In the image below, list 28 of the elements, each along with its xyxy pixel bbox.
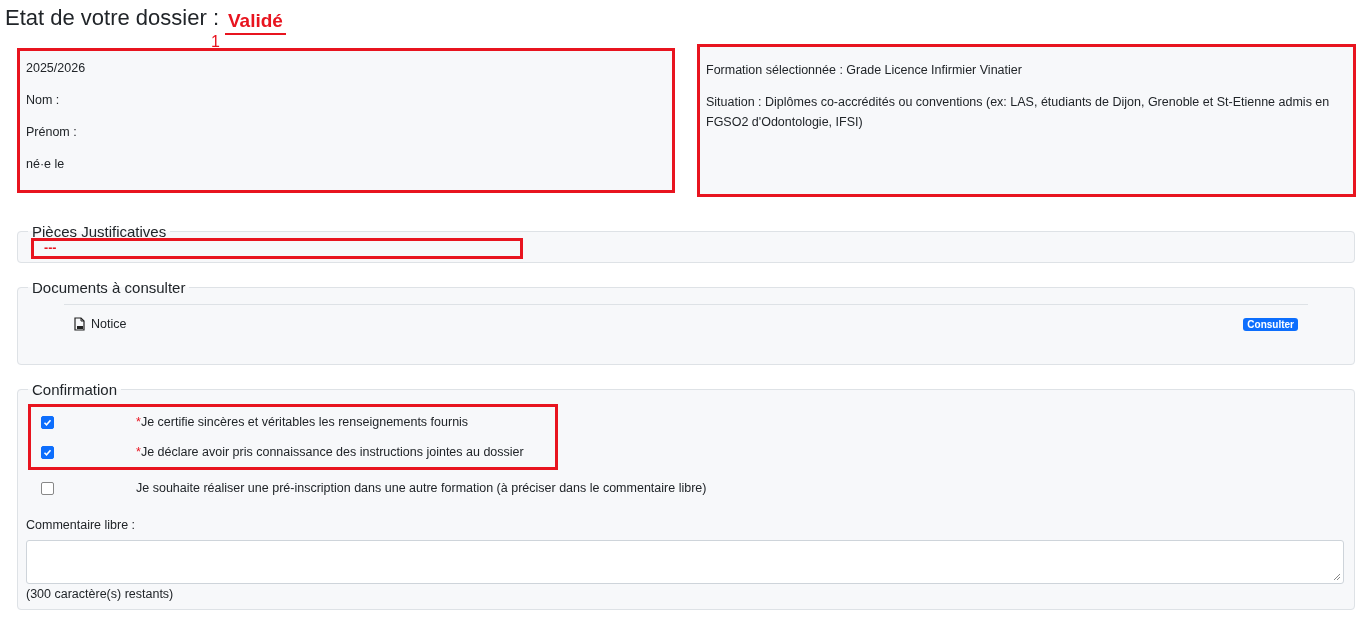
checkmark-icon xyxy=(43,447,52,457)
consult-button[interactable]: Consulter xyxy=(1243,317,1298,331)
identity-text: Prénom : xyxy=(26,124,78,140)
annotation-number: 1 xyxy=(211,35,220,49)
formation-text: Situation : Diplômes co-accrédités ou conventions (ex: LAS, étudiants de Dijon, Grenoble et St-Etienne admis en FGSO2 d'Odontologie, IFSI) xyxy=(706,94,1331,131)
checkbox[interactable] xyxy=(41,481,54,495)
identity-text: 2025/2026 xyxy=(26,60,87,76)
page-title: Etat de votre dossier : xyxy=(5,4,219,32)
checkbox[interactable] xyxy=(41,415,54,429)
comment-label: Commentaire libre : xyxy=(26,518,137,532)
checkbox-label: Je souhaite réaliser une pré-inscription dans une autre formation (à préciser dans le commentaire libre) xyxy=(136,481,707,495)
section-legend: Pièces Justificatives xyxy=(28,223,171,240)
section-legend: Documents à consulter xyxy=(28,279,190,296)
identity-text: né·e le xyxy=(26,156,66,172)
character-counter: (300 caractère(s) restants) xyxy=(26,587,175,601)
section-legend: Confirmation xyxy=(28,381,122,398)
checkbox-label: *Je certifie sincères et véritables les renseignements fournis xyxy=(136,415,469,429)
pieces-value: --- xyxy=(31,238,523,259)
resize-grip-icon[interactable] xyxy=(1331,571,1341,581)
comment-field[interactable] xyxy=(26,540,1344,584)
identity-text: Nom : xyxy=(26,92,61,108)
checkbox-label: *Je déclare avoir pris connaissance des instructions jointes au dossier xyxy=(136,445,524,459)
pdf-file-icon xyxy=(74,317,85,331)
status-annotation: Validé xyxy=(225,9,286,35)
document-name: Notice xyxy=(91,317,128,331)
formation-text: Formation sélectionnée : Grade Licence Infirmier Vinatier xyxy=(706,62,1023,79)
checkmark-icon xyxy=(43,417,52,427)
checkbox[interactable] xyxy=(41,445,54,459)
